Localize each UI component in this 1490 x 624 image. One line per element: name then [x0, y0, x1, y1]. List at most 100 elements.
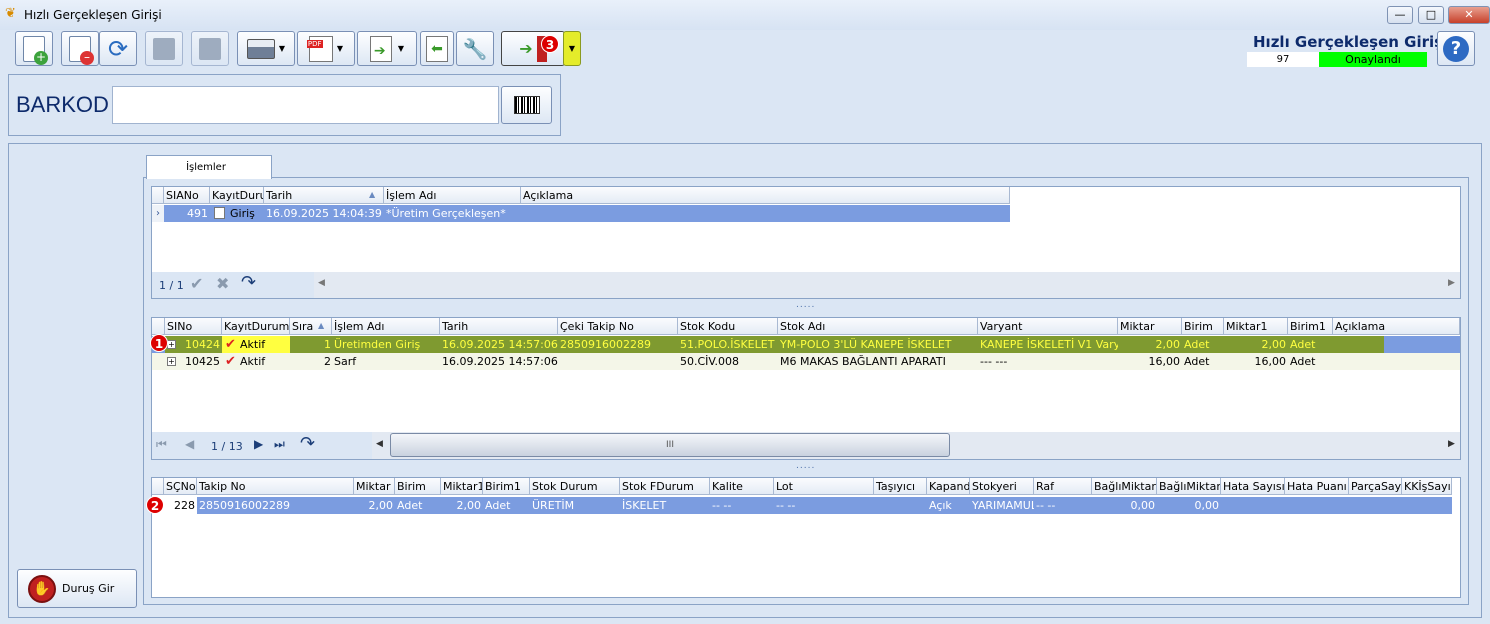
- chevron-down-icon[interactable]: ▼: [398, 44, 404, 53]
- chevron-down-icon[interactable]: ▼: [279, 44, 285, 53]
- grid1-col-kayitdurum[interactable]: KayıtDurum: [210, 187, 264, 204]
- barcode-icon: [513, 96, 540, 114]
- grid1-col-islem-adi[interactable]: İşlem Adı: [384, 187, 521, 204]
- print-button[interactable]: ▼: [237, 31, 295, 66]
- grid2-col-ceki-takip-no[interactable]: Çeki Takip No: [558, 318, 678, 335]
- grid1-col-tarih[interactable]: Tarih: [264, 187, 384, 204]
- grid3-col-baglimiktar[interactable]: BağlıMiktar: [1092, 478, 1157, 495]
- cancel-save-button[interactable]: [191, 31, 229, 66]
- grid3-col-parca-sayisi[interactable]: ParçaSayısı: [1349, 478, 1402, 495]
- grid2-cell-tarih: 16.09.2025 14:57:06: [442, 355, 558, 368]
- grid2-col-varyant[interactable]: Varyant: [978, 318, 1118, 335]
- pdf-export-button[interactable]: PDF ▼: [297, 31, 355, 66]
- save-button[interactable]: [145, 31, 183, 66]
- grid3-col-stok-durum[interactable]: Stok Durum: [530, 478, 620, 495]
- grid1-cell-islem: *Üretim Gerçekleşen*: [386, 207, 506, 220]
- save-icon: [153, 37, 175, 60]
- grid3-col-baglimiktar1[interactable]: BağlıMiktar1: [1157, 478, 1221, 495]
- grid2-col-miktar1[interactable]: Miktar1: [1224, 318, 1288, 335]
- durus-gir-button[interactable]: ✋ Duruş Gir: [17, 569, 137, 608]
- scroll-right-icon[interactable]: ▶: [1448, 278, 1455, 288]
- grid3-col-miktar1[interactable]: Miktar1: [441, 478, 483, 495]
- help-button[interactable]: ?: [1437, 31, 1475, 66]
- tab-islemler[interactable]: İşlemler: [146, 155, 272, 179]
- chevron-down-icon[interactable]: ▼: [337, 44, 343, 53]
- minimize-button[interactable]: —: [1387, 6, 1413, 24]
- grid2-cell-ceki: 2850916002289: [560, 338, 651, 351]
- grid2-col-aciklama[interactable]: Açıklama: [1333, 318, 1460, 335]
- grid2-cell-stok-adi: M6 MAKAS BAĞLANTI APARATI: [780, 355, 946, 368]
- scroll-right-icon[interactable]: ▶: [1448, 439, 1455, 449]
- grid1-col-aciklama[interactable]: Açıklama: [521, 187, 1010, 204]
- grid2-col-tarih[interactable]: Tarih: [440, 318, 558, 335]
- barcode-input[interactable]: [112, 86, 499, 124]
- grid2-col-islem-adi[interactable]: İşlem Adı: [332, 318, 440, 335]
- grid3-col-birim[interactable]: Birim: [395, 478, 441, 495]
- grid3-col-takip-no[interactable]: Takip No: [197, 478, 354, 495]
- grid2-col-birim1[interactable]: Birim1: [1288, 318, 1333, 335]
- expand-icon[interactable]: +: [167, 340, 176, 349]
- grid2-cell-miktar1: 16,00: [1254, 355, 1287, 368]
- grid1-hscrollbar[interactable]: [314, 272, 1460, 298]
- grid2-row-indicator-header: [152, 318, 165, 335]
- new-record-button[interactable]: +: [15, 31, 53, 66]
- status-badge: Onaylandı: [1319, 52, 1427, 67]
- marker-2: 2: [146, 496, 164, 514]
- scroll-thumb[interactable]: III: [390, 433, 950, 457]
- cancel-x-icon[interactable]: ✖: [216, 274, 229, 293]
- maximize-button[interactable]: □: [1418, 6, 1444, 24]
- grid3-col-kkis-sayisi[interactable]: KKİşSayısı: [1402, 478, 1452, 495]
- grid2-col-sino[interactable]: SINo: [165, 318, 222, 335]
- confirm-check-icon[interactable]: ✔: [190, 274, 203, 293]
- scroll-left-icon[interactable]: ◀: [376, 439, 383, 449]
- close-button[interactable]: ✕: [1448, 6, 1490, 24]
- back-button[interactable]: ⬅: [420, 31, 454, 66]
- check-icon: ✔: [225, 354, 236, 369]
- scroll-left-icon[interactable]: ◀: [318, 278, 325, 288]
- grid2-cell-birim1: Adet: [1290, 355, 1316, 368]
- prev-page-icon[interactable]: ◀: [185, 437, 194, 451]
- grid3-col-stokyeri[interactable]: Stokyeri: [970, 478, 1034, 495]
- refresh-arrow-icon[interactable]: ↷: [300, 433, 315, 454]
- grid2-col-sira[interactable]: Sıra: [290, 318, 332, 335]
- grid1-row-indicator-header: [152, 187, 164, 204]
- refresh-button[interactable]: ⟳: [99, 31, 137, 66]
- grid3-col-raf[interactable]: Raf: [1034, 478, 1092, 495]
- grid2-col-stok-adi[interactable]: Stok Adı: [778, 318, 978, 335]
- grid3-cell-birim: Adet: [397, 499, 423, 512]
- grid3-col-birim1[interactable]: Birim1: [483, 478, 530, 495]
- marker-3: 3: [541, 35, 559, 53]
- scroll-grip: III: [666, 440, 674, 450]
- next-page-icon[interactable]: ▶: [254, 437, 263, 451]
- grid3-col-stok-fdurum[interactable]: Stok FDurum: [620, 478, 710, 495]
- grid3-col-hata-sayisi[interactable]: Hata Sayısı: [1221, 478, 1285, 495]
- export-button[interactable]: ➔ ▼: [357, 31, 417, 66]
- first-page-icon[interactable]: ⏮: [156, 437, 167, 452]
- grid3-col-lot[interactable]: Lot: [774, 478, 874, 495]
- grid1-pager: 1 / 1: [159, 279, 184, 292]
- grid3-col-kalite[interactable]: Kalite: [710, 478, 774, 495]
- last-page-icon[interactable]: ⏭: [274, 437, 285, 452]
- grid2-cell-islem: Üretimden Giriş: [334, 338, 421, 351]
- tools-button[interactable]: 🔧: [456, 31, 494, 66]
- grid3-col-scno[interactable]: SÇNo: [164, 478, 197, 495]
- expand-icon[interactable]: +: [167, 357, 176, 366]
- splitter-1[interactable]: .....: [796, 300, 815, 310]
- refresh-arrow-icon[interactable]: ↷: [241, 272, 256, 293]
- grid2-col-birim[interactable]: Birim: [1182, 318, 1224, 335]
- stop-hand-icon: ✋: [28, 574, 56, 603]
- grid2-col-miktar[interactable]: Miktar: [1118, 318, 1182, 335]
- barcode-scan-button[interactable]: [501, 86, 552, 124]
- grid3-col-kapandi[interactable]: Kapandı: [927, 478, 970, 495]
- grid3-cell-birim1: Adet: [485, 499, 511, 512]
- exit-dropdown-button[interactable]: ▼: [563, 31, 581, 66]
- printer-icon: [246, 38, 275, 59]
- grid3-col-miktar[interactable]: Miktar: [354, 478, 395, 495]
- grid3-col-hata-puani[interactable]: Hata Puanı: [1285, 478, 1349, 495]
- delete-record-button[interactable]: –: [61, 31, 99, 66]
- splitter-2[interactable]: .....: [796, 461, 815, 471]
- grid1-col-siano[interactable]: SIANo: [164, 187, 210, 204]
- grid2-col-stok-kodu[interactable]: Stok Kodu: [678, 318, 778, 335]
- grid3-col-tasiyici[interactable]: Taşıyıcı: [874, 478, 927, 495]
- grid2-col-kayitdurumu[interactable]: KayıtDurumu: [222, 318, 290, 335]
